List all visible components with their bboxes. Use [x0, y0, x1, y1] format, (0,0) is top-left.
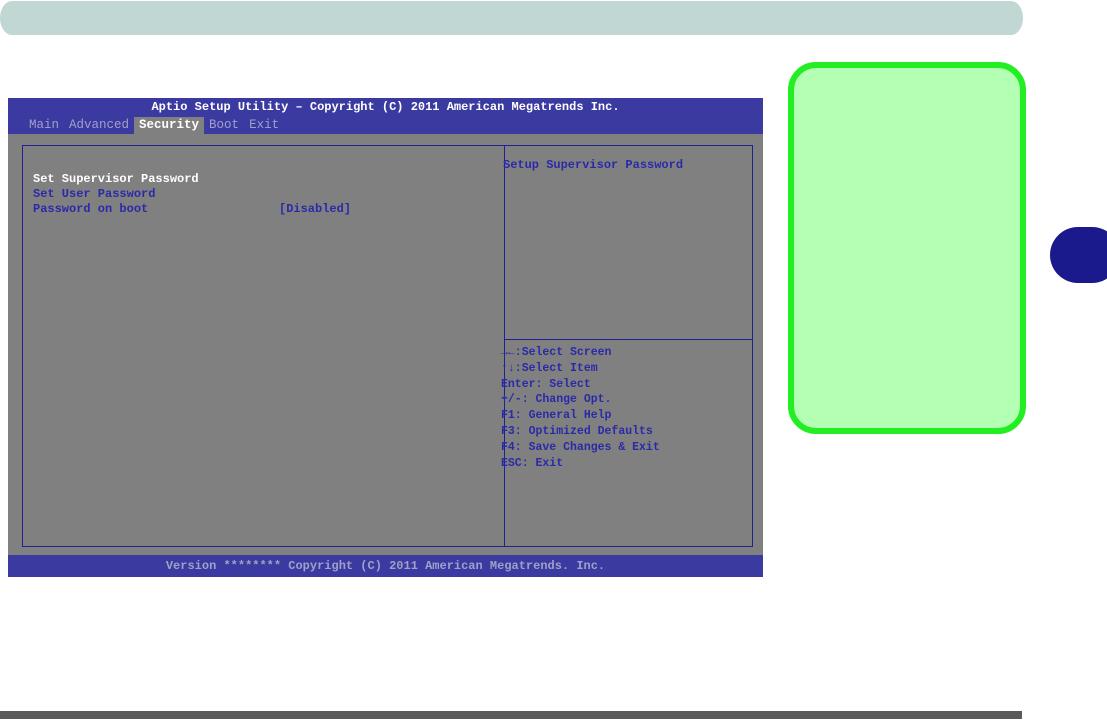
divider [504, 339, 752, 340]
bios-title: Aptio Setup Utility – Copyright (C) 2011… [151, 100, 620, 114]
bios-setup-screen: Aptio Setup Utility – Copyright (C) 2011… [8, 98, 763, 577]
key-hint: Enter: Select [501, 377, 591, 391]
key-hint: +/-: Change Opt. [501, 393, 612, 407]
key-hint: F4: Save Changes & Exit [501, 440, 660, 454]
set-supervisor-password-item[interactable]: Set Supervisor Password [33, 172, 199, 186]
key-hint: ESC: Exit [501, 456, 564, 470]
key-hint: F3: Optimized Defaults [501, 424, 653, 438]
bios-footer: Version ******** Copyright (C) 2011 Amer… [8, 555, 763, 577]
key-hint: F1: General Help [501, 409, 612, 423]
tab-exit[interactable]: Exit [244, 117, 284, 135]
tab-security[interactable]: Security [134, 117, 205, 135]
help-text: Setup Supervisor Password [503, 158, 684, 172]
key-hint: →←:Select Screen [501, 346, 612, 359]
page-footer-bar [0, 711, 1022, 719]
bios-tabs: Main Advanced Security Boot Exit [24, 117, 284, 135]
page-header-bar [0, 1, 1023, 35]
chapter-tab-marker [1050, 227, 1107, 283]
key-legend: →←:Select Screen ↑↓:Select Item Enter: S… [501, 345, 660, 471]
bios-title-bar: Aptio Setup Utility – Copyright (C) 2011… [8, 98, 763, 135]
tab-boot[interactable]: Boot [204, 117, 244, 135]
note-callout-box [788, 62, 1026, 434]
password-on-boot-value[interactable]: [Disabled] [279, 202, 351, 216]
set-user-password-item[interactable]: Set User Password [33, 187, 155, 201]
tab-advanced[interactable]: Advanced [64, 117, 134, 135]
password-on-boot-item[interactable]: Password on boot [33, 202, 148, 216]
key-hint: ↑↓:Select Item [501, 361, 598, 375]
tab-main[interactable]: Main [24, 117, 64, 135]
